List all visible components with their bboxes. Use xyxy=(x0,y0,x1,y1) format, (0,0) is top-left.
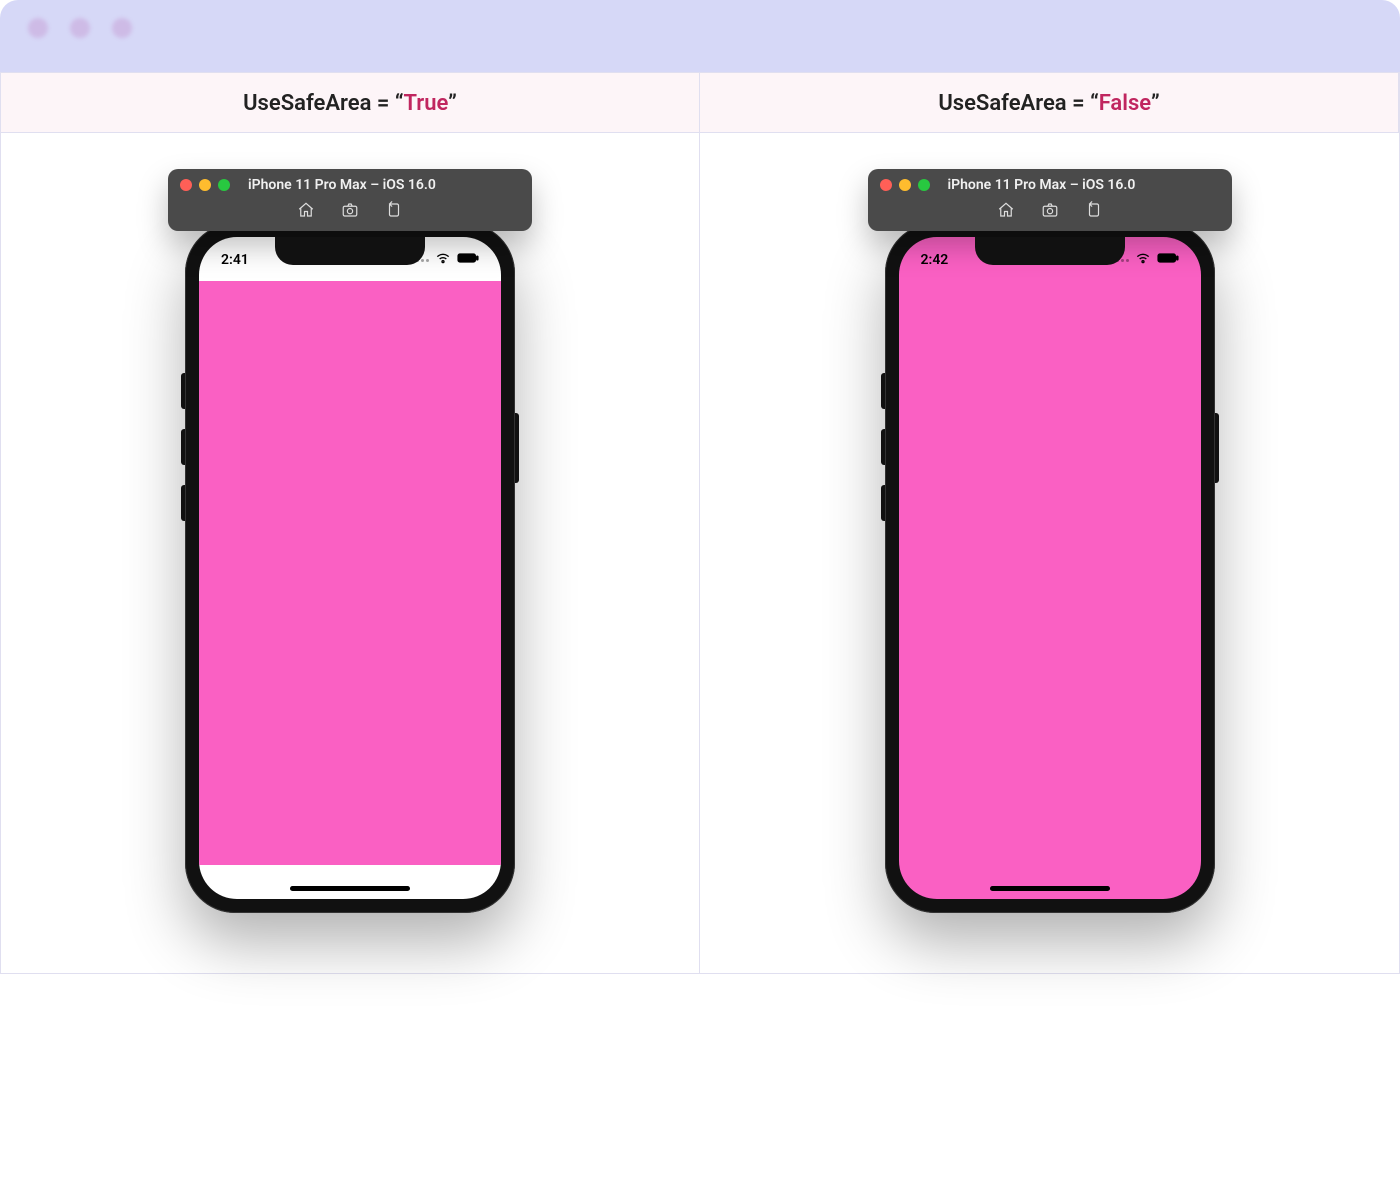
home-indicator[interactable] xyxy=(990,886,1110,891)
close-dot[interactable] xyxy=(880,179,892,191)
home-icon[interactable] xyxy=(997,201,1015,223)
simulator-title: iPhone 11 Pro Max – iOS 16.0 xyxy=(948,177,1136,193)
rotate-icon[interactable] xyxy=(1085,201,1103,223)
rotate-icon[interactable] xyxy=(385,201,403,223)
simulator-title: iPhone 11 Pro Max – iOS 16.0 xyxy=(248,177,436,193)
comparison-grid: UseSafeArea = “True” UseSafeArea = “Fals… xyxy=(0,72,1400,974)
dot xyxy=(112,18,132,38)
quote: ” xyxy=(1151,91,1160,116)
quote: ” xyxy=(448,91,457,116)
column-header-false: UseSafeArea = “False” xyxy=(700,73,1399,133)
content-area xyxy=(199,281,501,865)
column-header-true: UseSafeArea = “True” xyxy=(1,73,700,133)
minimize-dot[interactable] xyxy=(199,179,211,191)
prop-name: UseSafeArea xyxy=(938,91,1066,116)
phone-frame: 2:41 xyxy=(185,223,515,913)
prop-value: True xyxy=(404,91,449,116)
quote: “ xyxy=(395,91,404,116)
wifi-icon xyxy=(1135,252,1151,268)
simulator-titlebar[interactable]: iPhone 11 Pro Max – iOS 16.0 xyxy=(868,169,1232,231)
zoom-dot[interactable] xyxy=(218,179,230,191)
minimize-dot[interactable] xyxy=(899,179,911,191)
close-dot[interactable] xyxy=(180,179,192,191)
dot xyxy=(70,18,90,38)
status-time: 2:41 xyxy=(221,246,249,268)
dot xyxy=(28,18,48,38)
screenshot-icon[interactable] xyxy=(341,201,359,223)
wifi-icon xyxy=(435,252,451,268)
quote: “ xyxy=(1090,91,1099,116)
window-titlebar xyxy=(0,0,1400,72)
home-icon[interactable] xyxy=(297,201,315,223)
phone-screen[interactable]: 2:41 xyxy=(199,237,501,899)
battery-icon xyxy=(1157,252,1179,268)
prop-name: UseSafeArea xyxy=(243,91,371,116)
simulator-wrap: iPhone 11 Pro Max – iOS 16.0 2:41 xyxy=(168,169,532,913)
notch xyxy=(975,237,1125,265)
phone-screen[interactable]: 2:42 xyxy=(899,237,1201,899)
cell-true: iPhone 11 Pro Max – iOS 16.0 2:41 xyxy=(1,133,700,973)
zoom-dot[interactable] xyxy=(918,179,930,191)
screenshot-icon[interactable] xyxy=(1041,201,1059,223)
battery-icon xyxy=(457,252,479,268)
equals: = xyxy=(1067,91,1090,116)
simulator-wrap: iPhone 11 Pro Max – iOS 16.0 2:42 xyxy=(868,169,1232,913)
blurred-traffic-lights xyxy=(28,18,1400,38)
prop-value: False xyxy=(1099,91,1151,116)
notch xyxy=(275,237,425,265)
status-time: 2:42 xyxy=(921,246,949,268)
traffic-lights[interactable] xyxy=(880,179,930,191)
traffic-lights[interactable] xyxy=(180,179,230,191)
home-indicator[interactable] xyxy=(290,886,410,891)
phone-frame: 2:42 xyxy=(885,223,1215,913)
simulator-titlebar[interactable]: iPhone 11 Pro Max – iOS 16.0 xyxy=(168,169,532,231)
equals: = xyxy=(371,91,394,116)
cell-false: iPhone 11 Pro Max – iOS 16.0 2:42 xyxy=(700,133,1399,973)
